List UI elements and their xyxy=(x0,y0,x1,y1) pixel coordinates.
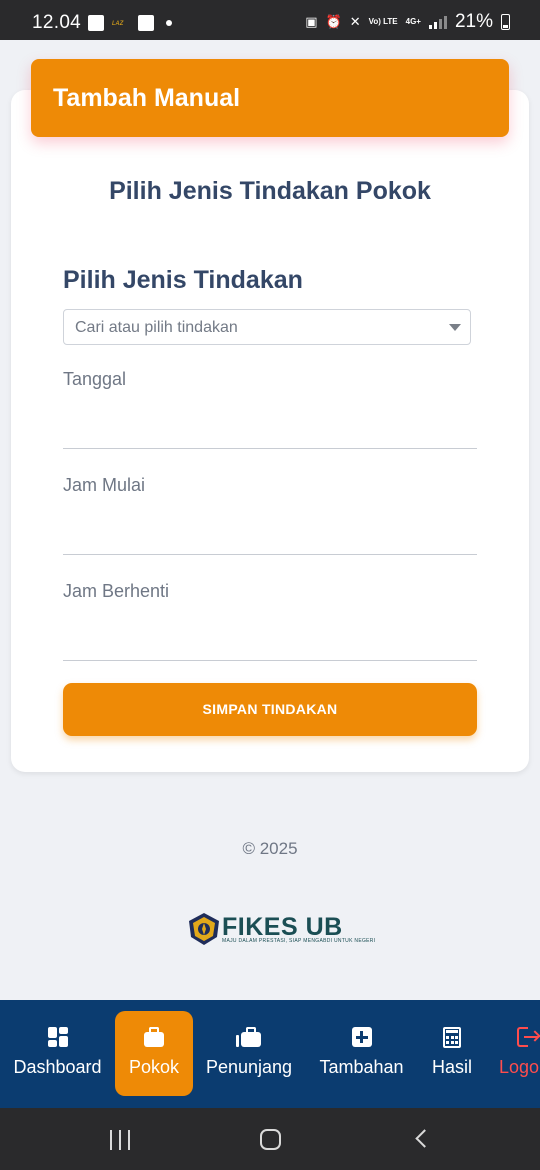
tanggal-underline xyxy=(63,448,477,449)
briefcase-icon xyxy=(143,1026,165,1048)
card-header-title: Tambah Manual xyxy=(53,84,241,112)
signal-icon xyxy=(428,15,447,29)
fikes-ub-logo: FIKES UB MAJU DALAM PRESTASI, SIAP MENGA… xyxy=(188,912,375,946)
back-icon[interactable] xyxy=(415,1129,434,1148)
jam-mulai-label: Jam Mulai xyxy=(63,475,146,495)
tindakan-select[interactable]: Cari atau pilih tindakan xyxy=(63,309,471,345)
nav-pokok[interactable]: Pokok xyxy=(115,1000,193,1108)
shopping-bag-icon xyxy=(138,15,154,31)
briefcases-icon xyxy=(236,1026,261,1048)
lock-icon: ▣ xyxy=(305,14,318,29)
battery-percent: 21% xyxy=(454,11,493,32)
alarm-icon: ⏰ xyxy=(325,14,342,29)
status-time: 12.04 xyxy=(32,12,82,33)
nav-penunjang[interactable]: Penunjang xyxy=(200,1000,298,1108)
nav-tambahan[interactable]: Tambahan xyxy=(310,1000,413,1108)
nav-hasil[interactable]: Hasil xyxy=(423,1000,481,1108)
section-title: Pilih Jenis Tindakan Pokok xyxy=(109,177,431,205)
mute-icon: ✕ xyxy=(349,14,361,29)
nav-pokok-label: Pokok xyxy=(128,1057,180,1077)
dashboard-grid-icon xyxy=(47,1026,69,1048)
more-notifications-icon xyxy=(166,20,172,26)
notification-icons: ʟᴀᴢ xyxy=(88,15,172,31)
gallery-icon xyxy=(88,15,104,31)
logo-subtitle: MAJU DALAM PRESTASI, SIAP MENGABDI UNTUK… xyxy=(222,938,376,944)
jam-berhenti-label: Jam Berhenti xyxy=(63,581,170,601)
chevron-down-icon xyxy=(449,324,461,331)
bottom-nav: Dashboard Pokok Penunjang Tambahan Hasil xyxy=(0,1000,540,1108)
tanggal-field[interactable]: Tanggal xyxy=(63,369,477,449)
nav-active-highlight xyxy=(115,1011,193,1096)
app-notification-icon: ʟᴀᴢ xyxy=(112,18,124,27)
home-icon[interactable] xyxy=(260,1129,281,1150)
nav-hasil-label: Hasil xyxy=(431,1057,472,1077)
card-header: Tambah Manual xyxy=(31,59,509,137)
copyright: © 2025 xyxy=(242,839,298,858)
battery-icon xyxy=(501,14,510,30)
nav-tambahan-label: Tambahan xyxy=(319,1057,404,1077)
jam-mulai-underline xyxy=(63,554,477,555)
nav-logout-label: Logo xyxy=(499,1057,540,1077)
jam-berhenti-underline xyxy=(63,660,477,661)
recent-apps-icon[interactable] xyxy=(110,1130,130,1150)
select-placeholder: Cari atau pilih tindakan xyxy=(75,319,238,336)
plus-square-icon xyxy=(351,1026,373,1048)
logout-icon xyxy=(517,1026,540,1048)
nav-dashboard-label: Dashboard xyxy=(13,1057,102,1077)
nav-dashboard[interactable]: Dashboard xyxy=(0,1000,115,1108)
ub-emblem-icon xyxy=(189,913,219,945)
nav-logout[interactable]: Logo xyxy=(496,1000,540,1108)
jam-mulai-field[interactable]: Jam Mulai xyxy=(63,475,477,555)
status-right: ▣ ⏰ ✕ Vo) LTE 4G+ 21% xyxy=(305,11,510,33)
nav-penunjang-label: Penunjang xyxy=(205,1057,293,1077)
status-bar: 12.04 ʟᴀᴢ ▣ ⏰ ✕ Vo) LTE 4G+ 21% xyxy=(0,0,540,40)
system-nav-bar xyxy=(0,1108,540,1170)
save-button[interactable]: SIMPAN TINDAKAN xyxy=(63,683,477,736)
volte-indicator: Vo) LTE xyxy=(368,17,398,26)
network-type-indicator: 4G+ xyxy=(405,17,421,26)
field-title: Pilih Jenis Tindakan xyxy=(63,266,303,294)
tanggal-label: Tanggal xyxy=(63,369,127,389)
jam-berhenti-field[interactable]: Jam Berhenti xyxy=(63,581,477,661)
calculator-icon xyxy=(441,1026,463,1048)
